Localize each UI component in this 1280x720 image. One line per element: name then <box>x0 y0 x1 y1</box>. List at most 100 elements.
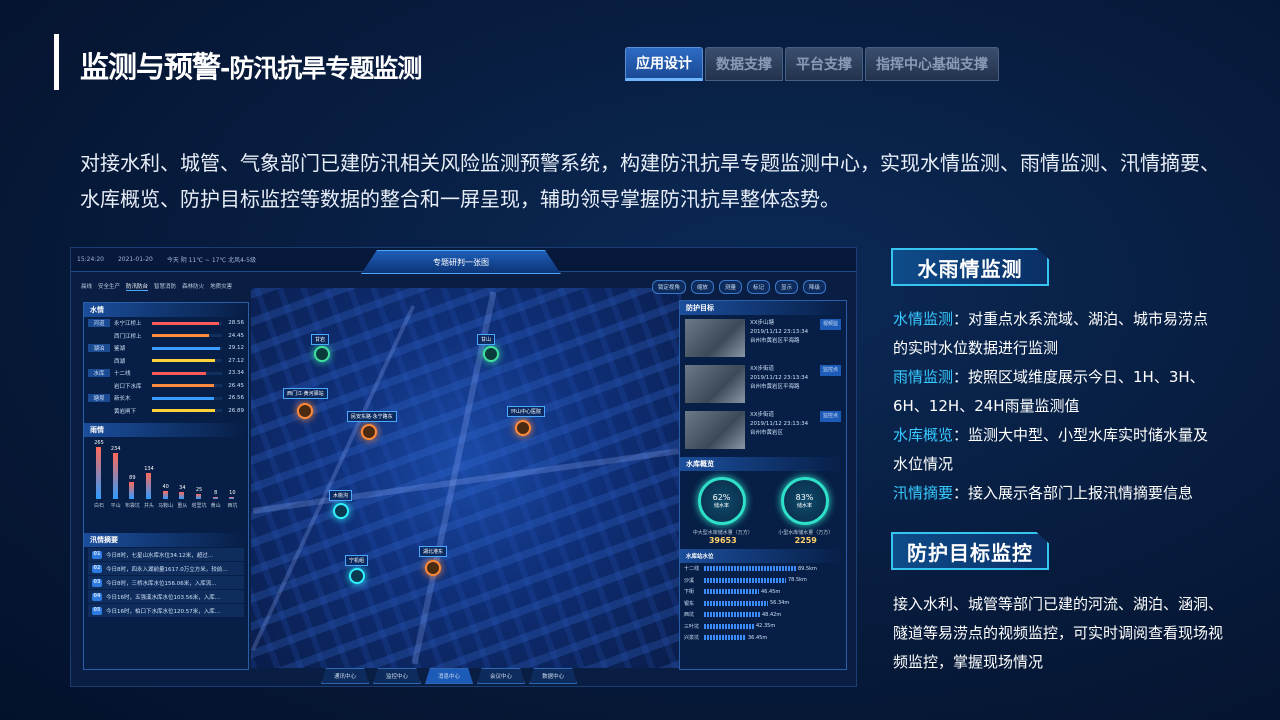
gauge-small-reservoir: 83% 储水率 <box>780 477 829 525</box>
map-label: 湖北港东 <box>419 546 448 557</box>
station-name: 十二线 <box>114 371 131 378</box>
video-item[interactable]: 监控点 XX步街道 2019/11/12 23:13:34 台州市黄岩区平海路 <box>685 365 841 407</box>
topic-tab[interactable]: 晨线 <box>81 282 92 291</box>
gauge-large-reservoir: 62% 储水率 <box>697 477 746 525</box>
map-pin-icon[interactable] <box>425 560 441 576</box>
video-thumbnail <box>685 411 745 449</box>
map-pin-icon[interactable] <box>349 568 365 584</box>
rain-value: 8 <box>214 490 218 497</box>
level-value: 42.35m <box>756 623 776 630</box>
list-item: 雨情监测：按照区域维度展示今日、1H、3H、6H、12H、24H雨量监测值 <box>893 368 1205 415</box>
topic-tab[interactable]: 防汛防台 <box>126 282 149 291</box>
level-value: 78.5km <box>788 577 807 584</box>
map-pin-icon[interactable] <box>483 346 499 362</box>
video-item[interactable]: 视频监 XX步山塘 2019/11/12 23:13:34 台州市黄岩区平海路 <box>685 319 841 361</box>
video-tag: 监控点 <box>819 365 841 376</box>
level-bar <box>152 359 222 363</box>
water-value: 29.12 <box>228 345 244 352</box>
map-pin-icon[interactable] <box>297 403 313 419</box>
video-tag: 监控点 <box>819 411 841 422</box>
topic-tab[interactable]: 智慧消防 <box>154 282 176 291</box>
summary-item[interactable]: 04 今日16时，五强溪水库水位103.56米，入库... <box>88 590 244 603</box>
nav-monitor-center[interactable]: 监控中心 <box>373 668 422 684</box>
rain-value: 34 <box>179 485 186 492</box>
protection-text: 接入水利、城管等部门已建的河流、湖泊、涵洞、隧道等易涝点的视频监控，可实时调阅查… <box>893 595 1224 671</box>
clock: 15:24:20 <box>77 256 104 263</box>
rain-bar <box>196 494 201 499</box>
video-addr: 台州市黄岩区平海路 <box>750 338 800 344</box>
map-pin-icon[interactable] <box>515 420 531 436</box>
summary-item[interactable]: 03 今日8时，三桥水库水位156.06米，入库流... <box>88 576 244 589</box>
tool-lock-view[interactable]: 锁定视角 <box>651 280 686 294</box>
rain-bar <box>146 472 151 499</box>
level-fill <box>152 371 207 375</box>
level-name: 银东 <box>684 600 695 607</box>
water-row: 水库 十二线 23.34 <box>84 367 248 380</box>
video-item[interactable]: 监控点 XX步街道 2019/11/12 23:13:34 台州市黄岩区 <box>685 411 841 453</box>
level-bar <box>704 635 746 641</box>
rain-bar-chart: 265 白石 234 平山 89 布袋坑 134 井头 40 马鞍山 34 重从 25 塔里坑 8 黄山 10 西… <box>88 439 244 509</box>
nav-meeting-center[interactable]: 会议中心 <box>477 668 526 684</box>
video-info: 视频监 XX步山塘 2019/11/12 23:13:34 台州市黄岩区平海路 <box>750 319 841 361</box>
tool-zoom[interactable]: 缩放 <box>690 280 714 294</box>
level-bar <box>152 371 222 375</box>
level-row: 下街 46.45m <box>680 586 846 598</box>
level-bar <box>704 589 759 595</box>
water-row: 西门江桥上 24.45 <box>84 330 248 343</box>
rain-bar <box>112 453 118 499</box>
tab-bar: 应用设计 数据支撑 平台支撑 指挥中心基础支撑 <box>625 47 999 81</box>
summary-item[interactable]: 01 今日8时，七星山水库水位34.12米，超过... <box>88 548 244 561</box>
summary-item[interactable]: 05 今日16时，柏口下水库水位120.57米，入库... <box>88 604 244 617</box>
level-bar <box>704 623 754 629</box>
summary-text: 今日8时，三桥水库水位156.06米，入库流... <box>106 580 217 587</box>
section-title-water-rain: 水雨情监测 <box>891 248 1049 286</box>
summary-index: 03 <box>92 578 102 587</box>
water-value: 24.45 <box>228 332 244 339</box>
list-item: 水情监测：对重点水系流域、湖泊、城市易涝点的实时水位数据进行监测 <box>893 310 1209 357</box>
rain-station: 平山 <box>110 503 121 509</box>
rain-value: 265 <box>94 439 104 446</box>
summary-index: 01 <box>92 550 102 559</box>
level-row: 沙溪 78.5km <box>680 575 846 587</box>
summary-text: 今日8时，四永入湖前量1617.0万立方米，较前... <box>106 566 228 573</box>
tool-downgrade[interactable]: 降级 <box>802 280 826 294</box>
map-label: 环山中心医院 <box>507 406 546 417</box>
date: 2021-01-20 <box>117 256 153 263</box>
summary-item[interactable]: 02 今日8时，四永入湖前量1617.0万立方米，较前... <box>88 562 244 575</box>
weather: 今天 阴 11℃ ~ 17℃ 北风4-5级 <box>166 257 256 264</box>
tab-data-support[interactable]: 数据支撑 <box>705 47 783 81</box>
video-info: 监控点 XX步街道 2019/11/12 23:13:34 台州市黄岩区 <box>750 411 841 453</box>
nav-message-center[interactable]: 消息中心 <box>425 668 474 684</box>
map-pin-icon[interactable] <box>314 346 330 362</box>
topic-tab[interactable]: 地质灾害 <box>210 282 232 291</box>
map-label: 宁机组 <box>345 555 369 566</box>
tool-display[interactable]: 显示 <box>774 280 798 294</box>
map-pin-icon[interactable] <box>333 503 349 519</box>
map-pin-icon[interactable] <box>361 424 377 440</box>
summary-panel-title: 汛情摘要 <box>84 533 248 547</box>
nav-comm-center[interactable]: 通讯中心 <box>321 668 370 684</box>
topic-tab[interactable]: 森林防火 <box>182 282 204 291</box>
rain-station: 马鞍山 <box>158 503 174 509</box>
level-value: 48.42m <box>762 611 782 618</box>
tab-command-center[interactable]: 指挥中心基础支撑 <box>865 47 999 81</box>
tab-app-design[interactable]: 应用设计 <box>625 47 703 81</box>
level-fill <box>152 334 210 338</box>
summary-text: 今日8时，七星山水库水位34.12米，超过... <box>106 552 213 559</box>
tool-mark[interactable]: 标记 <box>746 280 770 294</box>
water-category: 塘坝 <box>88 394 110 403</box>
topic-tab[interactable]: 安全生产 <box>98 282 120 291</box>
rain-bar <box>162 491 168 499</box>
water-rain-list: 水情监测：对重点水系流域、湖泊、城市易涝点的实时水位数据进行监测 雨情监测：按照… <box>893 305 1223 508</box>
gauge-captions: 中大型水库储水量（万方） 39653 小型水库储水量（万方） 2259 <box>680 529 846 545</box>
water-value: 23.34 <box>228 370 244 377</box>
rain-bar <box>229 497 235 499</box>
nav-data-center[interactable]: 数据中心 <box>529 668 578 684</box>
reservoir-panel-title: 水库概览 <box>680 457 846 471</box>
tab-platform-support[interactable]: 平台支撑 <box>785 47 863 81</box>
tool-measure[interactable]: 测量 <box>718 280 742 294</box>
map-label: 甘山 <box>477 334 496 345</box>
level-name: 十二线 <box>684 566 700 573</box>
level-name: 西坑 <box>684 612 695 619</box>
level-bar <box>152 384 222 388</box>
